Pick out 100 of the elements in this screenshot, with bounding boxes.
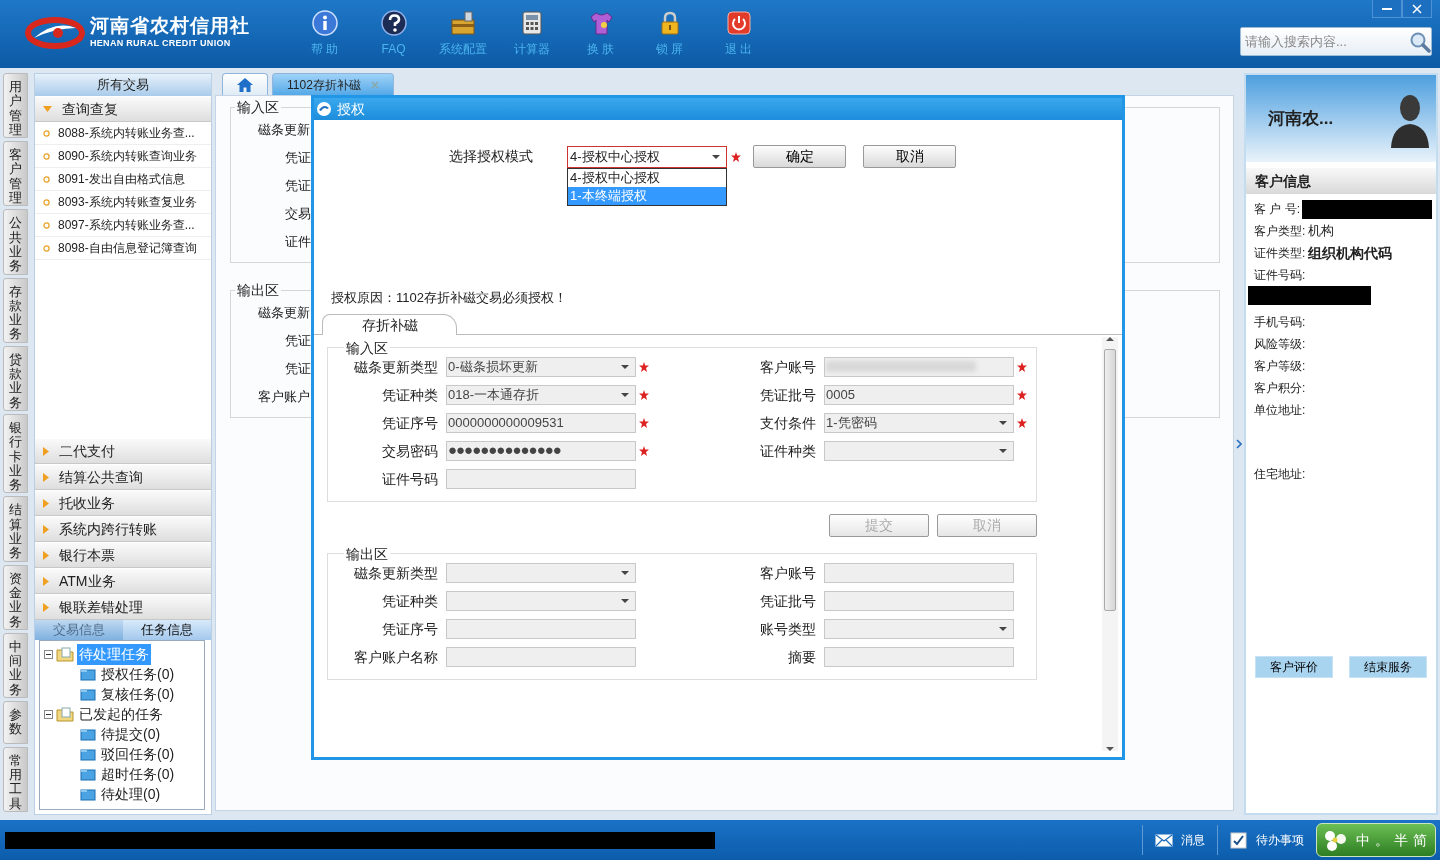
select-field[interactable] <box>446 562 636 583</box>
nav-item[interactable]: 8098-自由信息登记簿查询 <box>35 237 211 260</box>
power-icon <box>725 10 752 36</box>
folder-icon <box>56 646 74 662</box>
input-field[interactable] <box>824 646 1014 667</box>
group-header[interactable]: 银行本票 <box>35 542 211 568</box>
folder-icon <box>56 706 74 722</box>
nav-item[interactable]: 8093-系统内转账查复业务 <box>35 191 211 214</box>
nav-item[interactable]: 8088-系统内转账业务查... <box>35 122 211 145</box>
panel-tab[interactable]: 任务信息 <box>123 620 211 640</box>
group-header[interactable]: 系统内跨行转账 <box>35 516 211 542</box>
field-label: 摘要 <box>787 647 817 667</box>
group-header[interactable]: 查询查复 <box>35 96 211 122</box>
tree-node[interactable]: 授权任务(0) <box>99 663 177 685</box>
status-button[interactable]: 消息 <box>1142 825 1217 855</box>
dialog-button[interactable]: 取消 <box>863 145 956 168</box>
group-header[interactable]: 银联差错处理 <box>35 594 211 620</box>
group-header[interactable]: ATM业务 <box>35 568 211 594</box>
info-value: 组织机构代码 <box>1308 243 1393 263</box>
select-field[interactable] <box>446 590 636 611</box>
tab[interactable]: 1102存折补磁 <box>272 73 394 95</box>
dialog-title: 授权 <box>337 99 365 119</box>
folder-icon <box>80 687 96 701</box>
info-value: 机构 <box>1308 222 1335 241</box>
info-label: 证件号码: <box>1254 267 1306 284</box>
logo-subtitle: HENAN RURAL CREDIT UNION <box>90 36 232 50</box>
select-field[interactable] <box>824 440 1014 461</box>
ime-label[interactable]: 。 <box>1375 829 1389 851</box>
close-icon[interactable] <box>370 80 379 89</box>
side-tab[interactable]: 中间业务 <box>3 632 28 698</box>
customer-button[interactable]: 客户评价 <box>1255 656 1333 678</box>
bullet-icon <box>43 221 50 229</box>
side-tab[interactable]: 客户管理 <box>3 141 28 207</box>
reason-text: 授权原因：1102存折补磁交易必须授权！ <box>331 289 568 307</box>
side-tab[interactable]: 参数 <box>3 701 28 744</box>
dialog-button[interactable]: 确定 <box>753 145 846 168</box>
group-header[interactable]: 托收业务 <box>35 490 211 516</box>
collapse-icon[interactable] <box>44 649 53 659</box>
dropdown-option[interactable]: 4-授权中心授权 <box>568 169 726 187</box>
tree-node[interactable]: 驳回任务(0) <box>99 743 177 765</box>
field-label: 凭证序号 <box>381 413 439 433</box>
folder-icon <box>80 747 96 761</box>
info-label: 客户类型: <box>1254 223 1306 240</box>
select-field[interactable]: 0-磁条损坏更新 <box>446 356 636 377</box>
expanded-arrow-icon <box>43 106 52 112</box>
side-tab[interactable]: 存款业务 <box>3 277 28 343</box>
status-button[interactable]: 待办事项 <box>1217 825 1316 855</box>
close-button[interactable] <box>1402 0 1432 18</box>
input-field[interactable] <box>446 468 636 489</box>
tree-node[interactable]: 超时任务(0) <box>99 763 177 785</box>
collapsed-arrow-icon <box>43 602 49 612</box>
field-label: 磁条更新 <box>257 304 310 322</box>
select-field[interactable]: 018-一本通存折 <box>446 384 636 405</box>
collapse-icon[interactable] <box>44 709 53 719</box>
side-tab[interactable]: 贷款业务 <box>3 345 28 411</box>
side-tab[interactable]: 用户管理 <box>3 73 28 139</box>
caret-icon <box>621 364 629 369</box>
search-icon[interactable] <box>1409 30 1431 53</box>
input-field[interactable] <box>446 646 636 667</box>
minimize-icon <box>1382 7 1392 10</box>
group-header[interactable]: 结算公共查询 <box>35 464 211 490</box>
group-header[interactable]: 二代支付 <box>35 438 211 464</box>
customer-button[interactable]: 结束服务 <box>1349 656 1427 678</box>
collapsed-arrow-icon <box>43 524 49 534</box>
password-field[interactable]: ●●●●●●●●●●●●●● <box>446 440 636 461</box>
tree-node[interactable]: 待处理(0) <box>99 783 163 805</box>
nav-item[interactable]: 8097-系统内转账业务查... <box>35 214 211 237</box>
nav-item[interactable]: 8090-系统内转账查询业务 <box>35 145 211 168</box>
input-field[interactable] <box>824 356 1014 377</box>
tree-node[interactable]: 已发起的任务 <box>77 703 165 725</box>
input-field[interactable] <box>824 590 1014 611</box>
tab[interactable] <box>222 73 268 95</box>
field-label: 客户账户名称 <box>353 647 439 667</box>
info-label: 客户等级: <box>1254 358 1306 375</box>
tree-node[interactable]: 复核任务(0) <box>99 683 177 705</box>
scroll-up-icon[interactable] <box>1106 336 1114 341</box>
side-tab[interactable]: 银行卡业务 <box>3 413 28 494</box>
field-label: 凭证种类 <box>381 591 439 611</box>
minimize-button[interactable] <box>1372 0 1402 18</box>
input-field[interactable] <box>446 618 636 639</box>
caret-icon <box>621 598 629 603</box>
select-field[interactable] <box>824 618 1014 639</box>
side-tab[interactable]: 常用工具 <box>3 746 28 812</box>
search-input[interactable]: 请输入搜索内容... <box>1241 31 1401 52</box>
input-field[interactable]: 0000000000009531 <box>446 412 636 433</box>
caret-icon <box>621 392 629 397</box>
select-field[interactable]: 1-凭密码 <box>824 412 1014 433</box>
scrollbar[interactable] <box>1102 336 1118 751</box>
search-field[interactable]: 请输入搜索内容... <box>1240 27 1432 56</box>
tree-node[interactable]: 待提交(0) <box>99 723 163 745</box>
nav-item[interactable]: 8091-发出自由格式信息 <box>35 168 211 191</box>
side-tab[interactable]: 结算业务 <box>3 496 28 562</box>
side-tab[interactable]: 公共业务 <box>3 209 28 275</box>
input-field[interactable] <box>824 562 1014 583</box>
select-field[interactable]: 4-授权中心授权 <box>567 145 727 168</box>
caret-icon <box>621 570 629 575</box>
side-tab[interactable]: 资金业务 <box>3 564 28 630</box>
tab[interactable]: 存折补磁 <box>322 313 457 335</box>
input-field[interactable]: 0005 <box>824 384 1014 405</box>
scroll-down-icon[interactable] <box>1106 747 1114 751</box>
